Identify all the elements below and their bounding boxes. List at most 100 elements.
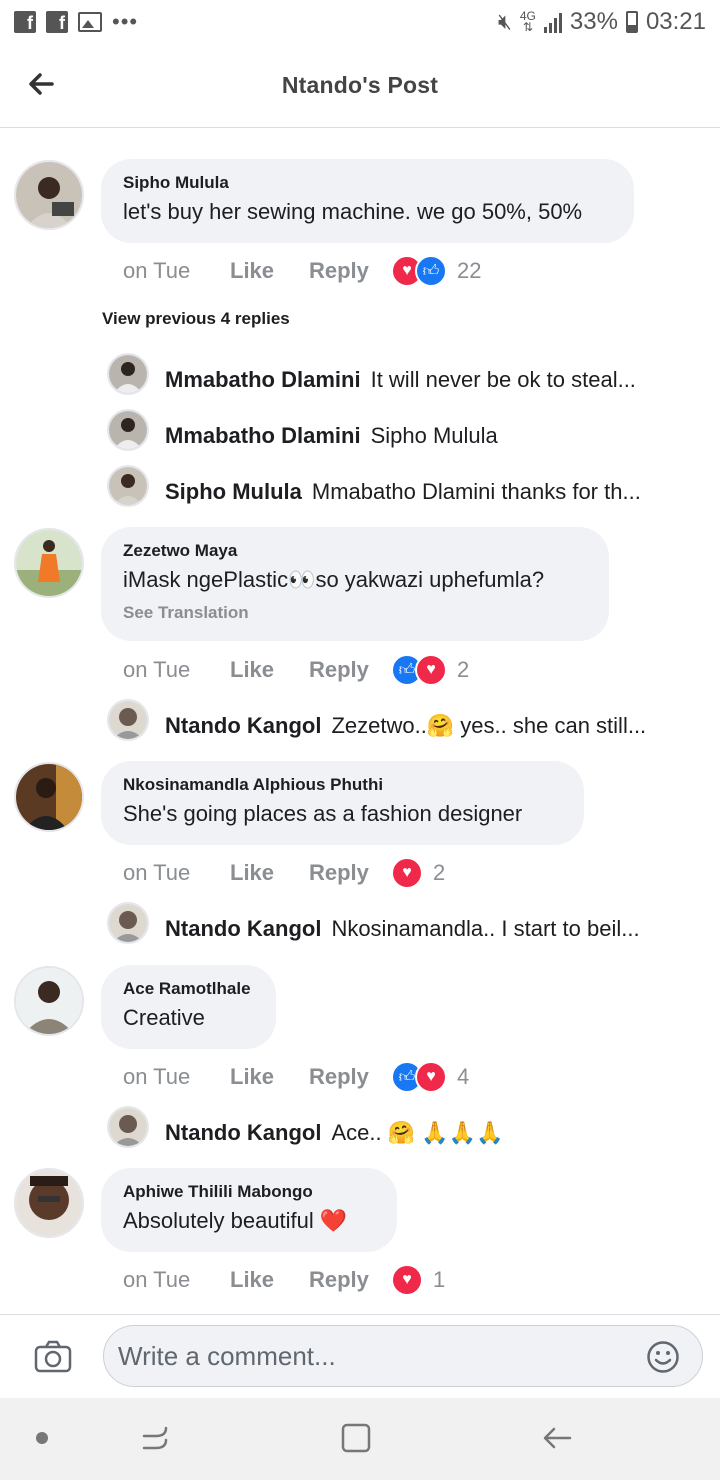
comment-time[interactable]: on Tue	[123, 657, 230, 683]
facebook-notification-icon: f	[14, 11, 36, 33]
home-icon[interactable]	[341, 1422, 371, 1454]
avatar[interactable]	[14, 528, 84, 598]
reply-button[interactable]: Reply	[309, 1267, 391, 1293]
reply-author[interactable]: Ntando Kangol	[165, 1120, 321, 1145]
like-button[interactable]: Like	[230, 1267, 309, 1293]
comment-author[interactable]: Zezetwo Maya	[123, 541, 587, 561]
comment-bubble[interactable]: Nkosinamandla Alphious Phuthi She's goin…	[101, 761, 584, 845]
comment-author[interactable]: Aphiwe Thilili Mabongo	[123, 1182, 375, 1202]
comment-bubble[interactable]: Aphiwe Thilili Mabongo Absolutely beauti…	[101, 1168, 397, 1252]
view-previous-replies-link[interactable]: View previous 4 replies	[102, 309, 290, 329]
reaction-count: 4	[457, 1064, 470, 1089]
comment-time[interactable]: on Tue	[123, 1267, 230, 1293]
like-button[interactable]: Like	[230, 860, 309, 886]
notification-icons: f f •••	[14, 11, 138, 33]
comment-actions: on Tue Like Reply 👍︎ ♥ 2	[123, 654, 469, 686]
reply-avatar[interactable]	[107, 409, 149, 451]
reply-avatar[interactable]	[107, 902, 149, 944]
comment-text: She's going places as a fashion designer	[123, 801, 523, 826]
camera-icon[interactable]	[34, 1339, 72, 1373]
reply-avatar[interactable]	[107, 699, 149, 741]
comment-author[interactable]: Ace Ramotlhale	[123, 979, 254, 999]
see-translation-link[interactable]: See Translation	[123, 603, 587, 623]
post-header: Ntando's Post	[0, 44, 720, 128]
comment-time[interactable]: on Tue	[123, 258, 230, 284]
comment-actions: on Tue Like Reply ♥ 👍︎ 22	[123, 255, 481, 287]
reply-author[interactable]: Ntando Kangol	[165, 916, 321, 941]
reply-text: Sipho Mulula	[370, 423, 498, 448]
reply-text: It will never be ok to steal...	[370, 367, 636, 392]
reply-button[interactable]: Reply	[309, 657, 391, 683]
reply-avatar[interactable]	[107, 465, 149, 507]
more-notifications-icon: •••	[112, 9, 139, 34]
battery-icon	[625, 11, 638, 33]
reply-item[interactable]: Ntando Kangol Zezetwo..🤗 yes.. she can st…	[165, 713, 685, 739]
reaction-count: 1	[433, 1267, 446, 1292]
reply-button[interactable]: Reply	[309, 258, 391, 284]
reply-item[interactable]: Mmabatho Dlamini It will never be ok to s…	[165, 367, 685, 393]
back-arrow-icon[interactable]	[26, 68, 58, 100]
comment-text: Absolutely beautiful ❤️	[123, 1208, 348, 1233]
reply-avatar[interactable]	[107, 1106, 149, 1148]
avatar[interactable]	[14, 966, 84, 1036]
reply-text: Ace.. 🤗 🙏🙏🙏	[331, 1120, 504, 1145]
nav-dot-icon	[36, 1432, 48, 1444]
reactions-summary[interactable]: 👍︎ ♥ 4	[391, 1061, 469, 1093]
love-reaction-icon: ♥	[391, 857, 423, 889]
reply-item[interactable]: Ntando Kangol Nkosinamandla.. I start to …	[165, 916, 685, 942]
emoji-icon[interactable]	[646, 1340, 680, 1374]
avatar[interactable]	[14, 160, 84, 230]
reply-author[interactable]: Mmabatho Dlamini	[165, 367, 361, 392]
reply-item[interactable]: Mmabatho Dlamini Sipho Mulula	[165, 423, 685, 449]
system-indicators: 🔇︎ 4G ⇅ 33% 03:21	[498, 8, 706, 36]
comment-author[interactable]: Nkosinamandla Alphious Phuthi	[123, 775, 562, 795]
reply-text: Nkosinamandla.. I start to beil...	[331, 916, 640, 941]
like-button[interactable]: Like	[230, 1064, 309, 1090]
love-reaction-icon: ♥	[415, 1061, 447, 1093]
reactions-summary[interactable]: ♥ 1	[391, 1264, 445, 1296]
comment-time[interactable]: on Tue	[123, 860, 230, 886]
comments-list: Sipho Mulula let's buy her sewing machin…	[0, 128, 720, 1314]
comment-text: iMask ngePlastic👀so yakwazi uphefumla?	[123, 567, 545, 592]
comment-text: let's buy her sewing machine. we go 50%,…	[123, 199, 583, 224]
reply-author[interactable]: Ntando Kangol	[165, 713, 321, 738]
comment-author[interactable]: Sipho Mulula	[123, 173, 612, 193]
reply-author[interactable]: Sipho Mulula	[165, 479, 302, 504]
love-reaction-icon: ♥	[415, 654, 447, 686]
comment-actions: on Tue Like Reply ♥ 2	[123, 857, 445, 889]
comment-input[interactable]	[103, 1325, 703, 1387]
comment-text: Creative	[123, 1005, 205, 1030]
reply-button[interactable]: Reply	[309, 1064, 391, 1090]
like-button[interactable]: Like	[230, 657, 309, 683]
avatar[interactable]	[14, 1168, 84, 1238]
reaction-count: 2	[457, 657, 470, 682]
signal-icon	[543, 11, 562, 33]
system-nav-bar	[0, 1398, 720, 1480]
reactions-summary[interactable]: 👍︎ ♥ 2	[391, 654, 469, 686]
clock: 03:21	[645, 8, 706, 35]
gallery-notification-icon	[78, 12, 102, 32]
comment-actions: on Tue Like Reply 👍︎ ♥ 4	[123, 1061, 469, 1093]
reactions-summary[interactable]: ♥ 2	[391, 857, 445, 889]
reply-item[interactable]: Ntando Kangol Ace.. 🤗 🙏🙏🙏	[165, 1120, 685, 1146]
comment-time[interactable]: on Tue	[123, 1064, 230, 1090]
reply-text: Zezetwo..🤗 yes.. she can still...	[331, 713, 647, 738]
comment-composer	[0, 1314, 720, 1398]
reactions-summary[interactable]: ♥ 👍︎ 22	[391, 255, 481, 287]
like-button[interactable]: Like	[230, 258, 309, 284]
reply-author[interactable]: Mmabatho Dlamini	[165, 423, 361, 448]
reply-avatar[interactable]	[107, 353, 149, 395]
comment-bubble[interactable]: Zezetwo Maya iMask ngePlastic👀so yakwazi…	[101, 527, 609, 641]
comment-actions: on Tue Like Reply ♥ 1	[123, 1264, 445, 1296]
avatar[interactable]	[14, 762, 84, 832]
comment-bubble[interactable]: Sipho Mulula let's buy her sewing machin…	[101, 159, 634, 243]
reaction-count: 2	[433, 860, 446, 885]
reply-item[interactable]: Sipho Mulula Mmabatho Dlamini thanks for …	[165, 479, 685, 505]
status-bar: f f ••• 🔇︎ 4G ⇅ 33% 03:21	[0, 0, 720, 44]
reply-button[interactable]: Reply	[309, 860, 391, 886]
like-reaction-icon: 👍︎	[415, 255, 447, 287]
recent-apps-icon[interactable]	[140, 1422, 172, 1454]
back-icon[interactable]	[540, 1422, 574, 1454]
reply-text: Mmabatho Dlamini thanks for th...	[311, 479, 641, 504]
comment-bubble[interactable]: Ace Ramotlhale Creative	[101, 965, 276, 1049]
